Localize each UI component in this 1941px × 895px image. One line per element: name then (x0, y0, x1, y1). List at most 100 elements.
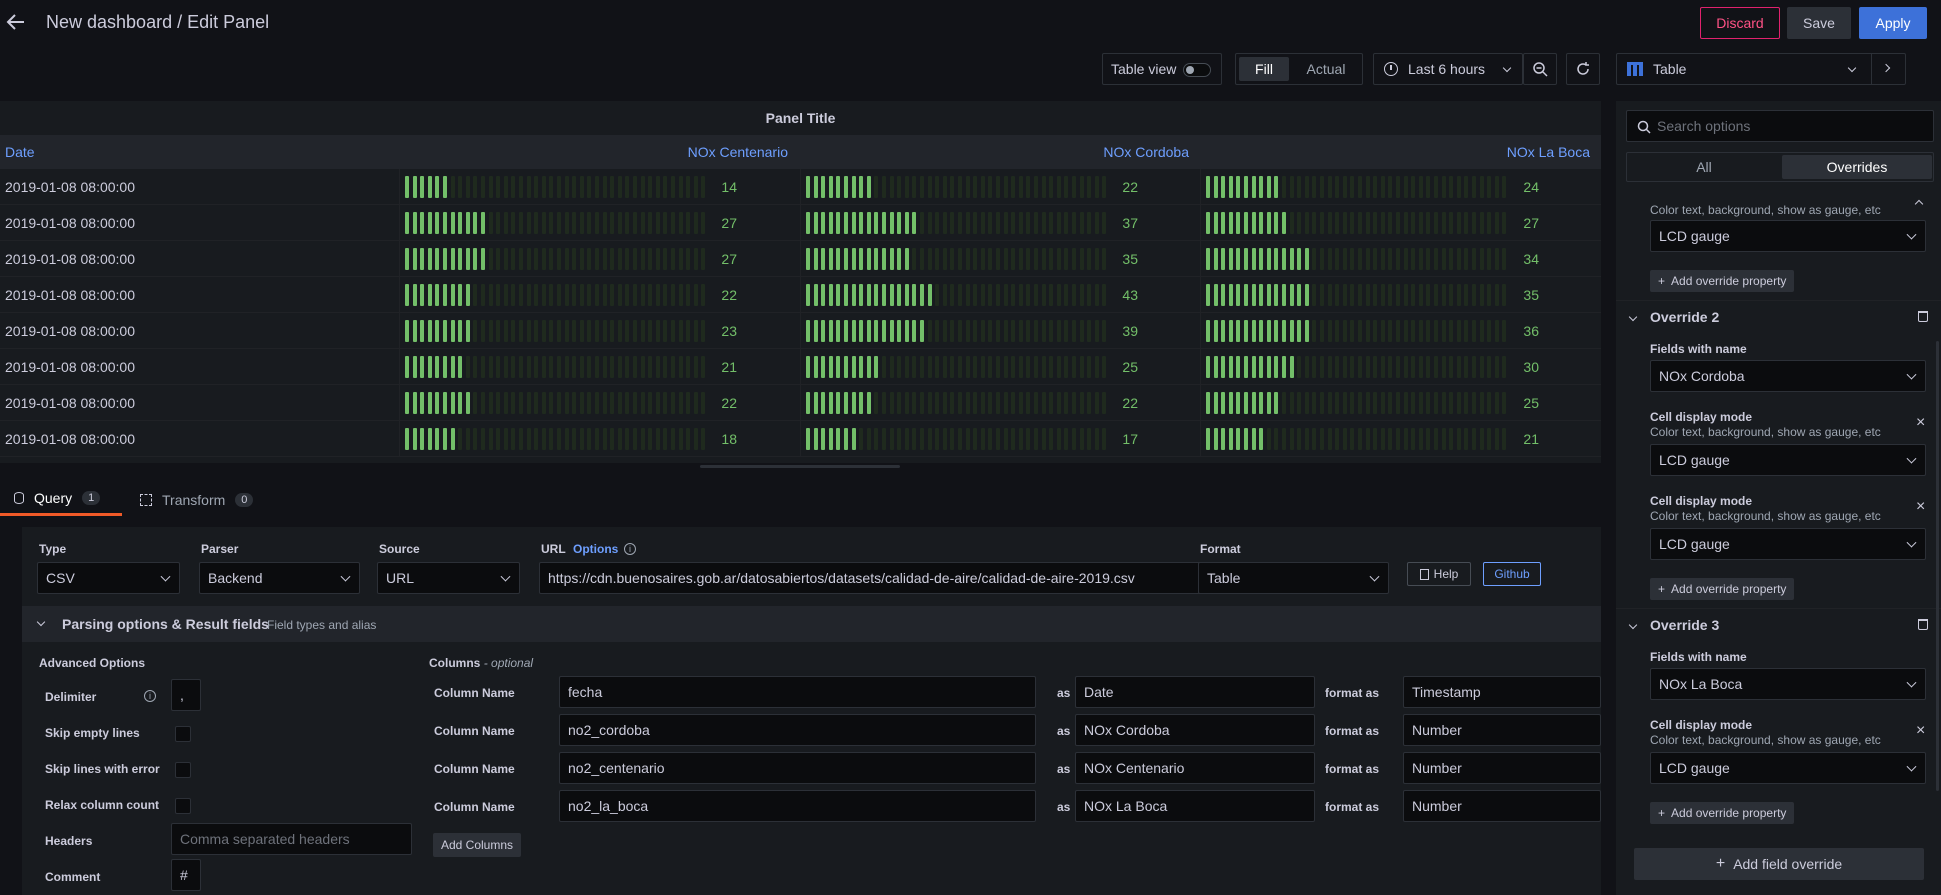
col-header-centenario[interactable]: NOx Centenario (400, 144, 788, 160)
tab-transform[interactable]: Transform 0 (140, 483, 270, 516)
fill-button[interactable]: Fill (1239, 57, 1289, 81)
gauge-segment (1206, 356, 1210, 378)
override2-field-select[interactable]: NOx Cordoba (1650, 360, 1926, 392)
close-icon[interactable]: × (1916, 498, 1925, 516)
tab-all[interactable]: All (1627, 153, 1781, 181)
column-alias-input[interactable]: Date (1075, 676, 1315, 708)
override3-field-select[interactable]: NOx La Boca (1650, 668, 1926, 700)
refresh-icon (1577, 62, 1589, 75)
column-name-input[interactable]: fecha (559, 676, 1036, 708)
panel-resize-handle[interactable] (700, 465, 900, 468)
skip-error-checkbox[interactable] (175, 762, 191, 778)
override3-mode-select[interactable]: LCD gauge (1650, 752, 1926, 784)
toggle-switch[interactable] (1183, 63, 1211, 77)
gauge-segment (526, 212, 531, 234)
skip-empty-checkbox[interactable] (175, 726, 191, 742)
gauge-segment (549, 284, 554, 306)
gauge-segment (973, 356, 978, 378)
column-alias-input[interactable]: NOx Centenario (1075, 752, 1315, 784)
add-columns-button[interactable]: Add Columns (433, 833, 521, 857)
gauge-segment (813, 428, 818, 450)
gauge-value: 24 (1523, 179, 1539, 195)
discard-button[interactable]: Discard (1700, 7, 1780, 39)
trash-icon[interactable] (1918, 311, 1928, 322)
gauge-segment (1056, 320, 1061, 342)
relax-checkbox[interactable] (175, 798, 191, 814)
column-alias-input[interactable]: NOx La Boca (1075, 790, 1315, 822)
override2-mode-select-2[interactable]: LCD gauge (1650, 528, 1926, 560)
gauge-segment (859, 284, 864, 306)
close-icon[interactable]: × (1916, 414, 1925, 432)
apply-button[interactable]: Apply (1859, 7, 1927, 39)
column-type-input[interactable]: Number (1403, 714, 1601, 746)
override2-mode-select-1[interactable]: LCD gauge (1650, 444, 1926, 476)
add-override-property-button-3[interactable]: + Add override property (1650, 802, 1795, 824)
override3-title: Override 3 (1650, 617, 1720, 633)
column-name-input[interactable]: no2_la_boca (559, 790, 1036, 822)
gauge-segment (1312, 428, 1317, 450)
zoom-out-button[interactable] (1523, 53, 1557, 85)
column-name-input[interactable]: no2_centenario (559, 752, 1036, 784)
override1-value-select[interactable]: LCD gauge (1650, 220, 1926, 252)
gauge-segment (1342, 428, 1347, 450)
add-override-property-button-1[interactable]: + Add override property (1650, 270, 1795, 292)
add-override-property-button-2[interactable]: + Add override property (1650, 578, 1795, 600)
url-options-link[interactable]: Options (573, 542, 618, 556)
gauge-segment (1342, 212, 1347, 234)
gauge-segment (942, 428, 947, 450)
gauge-segment (1358, 212, 1362, 234)
gauge-segment (465, 356, 470, 378)
col-header-date[interactable]: Date (5, 144, 35, 160)
add-field-override-button[interactable]: + Add field override (1634, 848, 1924, 880)
help-button[interactable]: Help (1407, 562, 1471, 586)
gauge-segment (912, 428, 917, 450)
github-button[interactable]: Github (1483, 562, 1541, 586)
type-select[interactable]: CSV (37, 562, 180, 594)
trash-icon[interactable] (1918, 619, 1928, 630)
options-scrollbar[interactable] (1936, 341, 1939, 791)
column-divider (800, 205, 801, 241)
column-alias-input[interactable]: NOx Cordoba (1075, 714, 1315, 746)
save-button[interactable]: Save (1787, 7, 1851, 39)
back-arrow-icon[interactable] (6, 12, 26, 32)
table-view-toggle[interactable]: Table view (1102, 53, 1222, 85)
gauge-segment (1426, 284, 1431, 306)
actual-button[interactable]: Actual (1294, 57, 1358, 81)
column-type-input[interactable]: Timestamp (1403, 676, 1601, 708)
gauge-segment (1472, 284, 1476, 306)
close-icon[interactable]: × (1916, 722, 1925, 740)
gauge-segment (572, 248, 577, 270)
parsing-section-header[interactable]: Parsing options & Result fields Field ty… (22, 606, 1601, 642)
search-options-input[interactable]: Search options (1626, 110, 1934, 142)
chevron-down-icon[interactable] (1628, 312, 1638, 322)
visualization-picker[interactable]: Table (1616, 53, 1906, 85)
column-type-input[interactable]: Number (1403, 752, 1601, 784)
format-as-label: format as (1325, 724, 1380, 738)
gauge-segment (965, 176, 970, 198)
gauge-segment (821, 428, 826, 450)
refresh-button[interactable] (1566, 53, 1600, 85)
collapse-options-icon[interactable] (1871, 54, 1905, 84)
delimiter-input[interactable]: , (171, 679, 201, 711)
gauge-segment (420, 428, 425, 450)
gauge-segment (1411, 392, 1416, 414)
column-name-input[interactable]: no2_cordoba (559, 714, 1036, 746)
comment-input[interactable]: # (171, 859, 201, 891)
headers-input[interactable]: Comma separated headers (171, 823, 412, 855)
url-input[interactable]: https://cdn.buenosaires.gob.ar/datosabie… (539, 562, 1202, 594)
col-header-laboca[interactable]: NOx La Boca (1200, 144, 1590, 160)
gauge-segment (1064, 428, 1069, 450)
tab-overrides[interactable]: Overrides (1782, 155, 1932, 179)
format-select[interactable]: Table (1198, 562, 1389, 594)
gauge-segment (427, 284, 432, 306)
col-header-cordoba[interactable]: NOx Cordoba (800, 144, 1189, 160)
chevron-down-icon[interactable] (1628, 620, 1638, 630)
chevron-up-icon[interactable] (1914, 199, 1924, 209)
parser-select[interactable]: Backend (199, 562, 360, 594)
gauge-segment (541, 392, 546, 414)
tab-query[interactable]: Query 1 (0, 483, 122, 516)
time-range-picker[interactable]: Last 6 hours (1373, 53, 1523, 85)
source-select[interactable]: URL (377, 562, 520, 594)
gauge-segment (942, 284, 947, 306)
column-type-input[interactable]: Number (1403, 790, 1601, 822)
